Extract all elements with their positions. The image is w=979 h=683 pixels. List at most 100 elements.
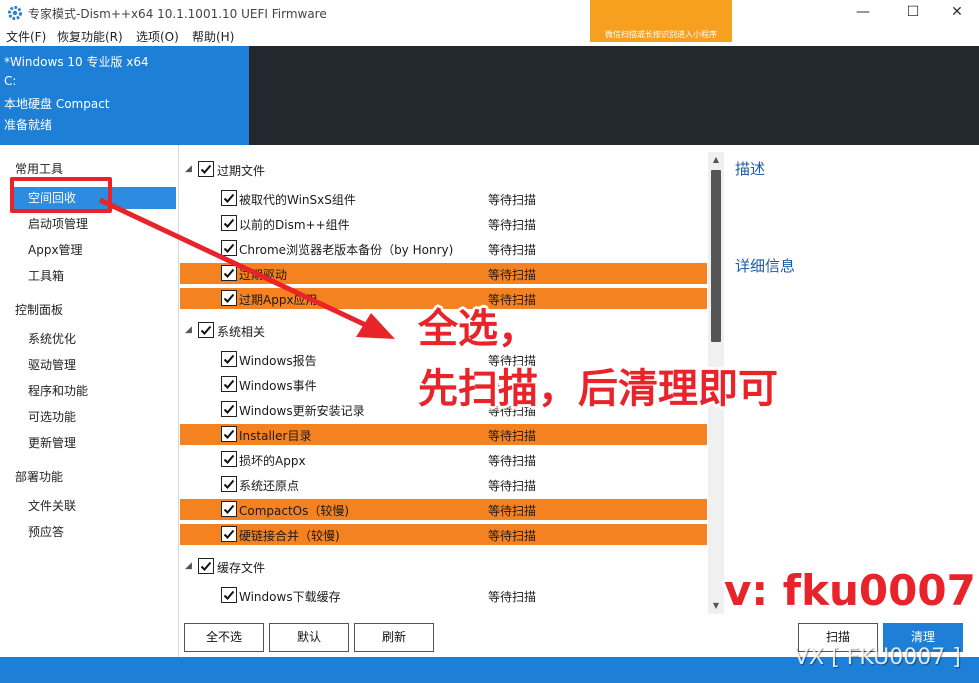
menu-options[interactable]: 选项(O) xyxy=(136,28,179,45)
item-label: CompactOs（较慢) xyxy=(239,504,350,518)
collapse-icon[interactable]: ◢ xyxy=(185,164,192,174)
scroll-up-icon[interactable]: ▲ xyxy=(708,152,724,168)
item-checkbox[interactable] xyxy=(221,587,237,603)
sidebar-item-file-assoc[interactable]: 文件关联 xyxy=(11,495,176,517)
highlight-box xyxy=(10,177,112,213)
annotation-select-all: 全选， xyxy=(418,306,538,352)
sidebar-item-startup[interactable]: 启动项管理 xyxy=(11,213,176,235)
item-label: Installer目录 xyxy=(239,429,312,443)
scroll-thumb[interactable] xyxy=(711,170,721,342)
list-item[interactable]: CompactOs（较慢) 等待扫描 xyxy=(180,499,707,520)
collapse-icon[interactable]: ◢ xyxy=(185,325,192,335)
item-label: Windows下载缓存 xyxy=(239,590,341,604)
item-label: Windows更新安装记录 xyxy=(239,404,365,418)
item-checkbox[interactable] xyxy=(221,451,237,467)
item-status: 等待扫描 xyxy=(488,243,537,257)
category-checkbox[interactable] xyxy=(198,161,214,177)
item-checkbox[interactable] xyxy=(221,265,237,281)
category-label: 缓存文件 xyxy=(217,561,266,575)
item-status: 等待扫描 xyxy=(488,193,537,207)
list-item[interactable]: 硬链接合并（较慢) 等待扫描 xyxy=(180,524,707,545)
list-item[interactable]: 过期驱动 等待扫描 xyxy=(180,263,707,284)
menu-help[interactable]: 帮助(H) xyxy=(192,28,234,45)
item-checkbox[interactable] xyxy=(221,351,237,367)
item-label: 被取代的WinSxS组件 xyxy=(239,193,356,207)
item-checkbox[interactable] xyxy=(221,526,237,542)
sidebar-item-unattend[interactable]: 预应答 xyxy=(11,521,176,543)
refresh-button[interactable]: 刷新 xyxy=(354,623,434,652)
item-checkbox[interactable] xyxy=(221,401,237,417)
sidebar-item-optimize[interactable]: 系统优化 xyxy=(11,328,176,350)
item-label: 硬链接合并（较慢) xyxy=(239,529,340,543)
collapse-icon[interactable]: ◢ xyxy=(185,561,192,571)
category-checkbox[interactable] xyxy=(198,322,214,338)
sidebar-item-toolbox[interactable]: 工具箱 xyxy=(11,265,176,287)
maximize-button[interactable]: ☐ xyxy=(890,0,936,26)
category-label: 系统相关 xyxy=(217,325,266,339)
item-checkbox[interactable] xyxy=(221,501,237,517)
list-item[interactable]: Installer目录 等待扫描 xyxy=(180,424,707,445)
menu-file[interactable]: 文件(F) xyxy=(6,28,46,45)
gear-icon xyxy=(8,6,22,20)
list-item[interactable]: Chrome浏览器老版本备份（by Honry) 等待扫描 xyxy=(180,238,707,259)
annotation-instructions: 先扫描，后清理即可 xyxy=(418,366,778,412)
description-heading: 描述 xyxy=(735,160,766,178)
item-checkbox[interactable] xyxy=(221,290,237,306)
item-status: 等待扫描 xyxy=(488,218,537,232)
category-row[interactable]: ◢ 过期文件 xyxy=(180,159,707,180)
menu-bar: 文件(F) 恢复功能(R) 选项(O) 帮助(H) xyxy=(0,26,979,46)
item-label: 以前的Dism++组件 xyxy=(239,218,350,232)
list-item[interactable]: Windows下载缓存 等待扫描 xyxy=(180,585,707,606)
item-status: 等待扫描 xyxy=(488,529,537,543)
select-none-button[interactable]: 全不选 xyxy=(184,623,264,652)
item-label: 损坏的Appx xyxy=(239,454,306,468)
list-item[interactable]: 以前的Dism++组件 等待扫描 xyxy=(180,213,707,234)
item-checkbox[interactable] xyxy=(221,240,237,256)
item-label: 系统还原点 xyxy=(239,479,300,493)
list-item[interactable]: 系统还原点 等待扫描 xyxy=(180,474,707,495)
sidebar-item-appx[interactable]: Appx管理 xyxy=(11,239,176,261)
minimize-button[interactable]: — xyxy=(840,0,886,26)
category-checkbox[interactable] xyxy=(198,558,214,574)
default-button[interactable]: 默认 xyxy=(269,623,349,652)
list-item[interactable]: 损坏的Appx 等待扫描 xyxy=(180,449,707,470)
item-label: Windows报告 xyxy=(239,354,317,368)
os-name: *Windows 10 专业版 x64 xyxy=(4,55,149,69)
sidebar-item-drivers[interactable]: 驱动管理 xyxy=(11,354,176,376)
title-bar: 专家模式-Dism++x64 10.1.1001.10 UEFI Firmwar… xyxy=(0,0,979,26)
item-status: 等待扫描 xyxy=(488,429,537,443)
item-status: 等待扫描 xyxy=(488,268,537,282)
item-checkbox[interactable] xyxy=(221,476,237,492)
item-checkbox[interactable] xyxy=(221,426,237,442)
status-text: 准备就绪 xyxy=(4,118,53,132)
scroll-down-icon[interactable]: ▼ xyxy=(708,598,724,614)
item-status: 等待扫描 xyxy=(488,479,537,493)
sidebar-item-programs[interactable]: 程序和功能 xyxy=(11,380,176,402)
item-status: 等待扫描 xyxy=(488,504,537,518)
item-label: 过期Appx应用 xyxy=(239,293,318,307)
list-item[interactable]: 被取代的WinSxS组件 等待扫描 xyxy=(180,188,707,209)
item-label: Windows事件 xyxy=(239,379,317,393)
item-status: 等待扫描 xyxy=(488,590,537,604)
sidebar-group-common-tools: 常用工具 xyxy=(15,162,64,176)
drive-letter: C: xyxy=(4,74,17,88)
session-panel xyxy=(249,46,979,145)
item-status: 等待扫描 xyxy=(488,454,537,468)
sidebar-item-updates[interactable]: 更新管理 xyxy=(11,432,176,454)
sidebar-group-deployment: 部署功能 xyxy=(15,470,64,484)
watermark-text: VX [ FKU0007 ] xyxy=(794,645,961,670)
details-heading: 详细信息 xyxy=(735,257,796,275)
item-checkbox[interactable] xyxy=(221,190,237,206)
system-info-panel[interactable]: *Windows 10 专业版 x64 C: 本地硬盘 Compact 准备就绪 xyxy=(0,46,249,145)
item-label: 过期驱动 xyxy=(239,268,288,282)
item-label: Chrome浏览器老版本备份（by Honry) xyxy=(239,243,454,257)
category-row[interactable]: ◢ 缓存文件 xyxy=(180,556,707,577)
sidebar-item-features[interactable]: 可选功能 xyxy=(11,406,176,428)
close-button[interactable]: ✕ xyxy=(934,0,979,26)
window-title: 专家模式-Dism++x64 10.1.1001.10 UEFI Firmwar… xyxy=(28,7,327,21)
sidebar-group-control-panel: 控制面板 xyxy=(15,303,64,317)
item-checkbox[interactable] xyxy=(221,376,237,392)
category-label: 过期文件 xyxy=(217,164,266,178)
menu-restore[interactable]: 恢复功能(R) xyxy=(57,28,123,45)
item-checkbox[interactable] xyxy=(221,215,237,231)
